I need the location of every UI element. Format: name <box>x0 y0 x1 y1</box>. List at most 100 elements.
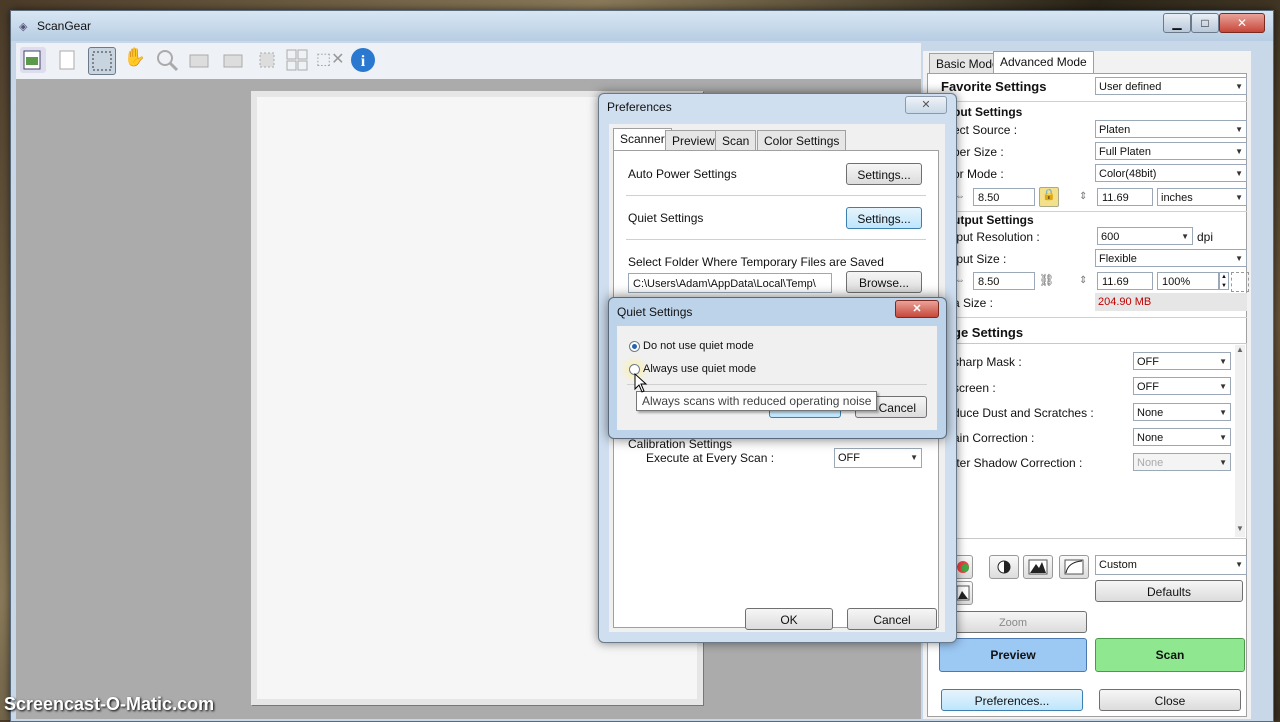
input-height-field[interactable]: 11.69 <box>1097 188 1153 206</box>
paper-size-label: per Size : <box>953 145 1004 159</box>
defaults-button[interactable]: Defaults <box>1095 580 1243 602</box>
no-quiet-mode-radio[interactable] <box>629 341 640 352</box>
data-size-label: a Size : <box>953 296 994 310</box>
color-mode-label: or Mode : <box>953 167 1004 181</box>
lock-aspect-icon[interactable]: 🔒 <box>1039 187 1059 207</box>
auto-power-settings-button[interactable]: Settings... <box>846 163 922 185</box>
input-settings-heading: put Settings <box>953 105 1023 119</box>
divider <box>931 317 1247 318</box>
dpi-label: dpi <box>1197 230 1214 244</box>
preview-button[interactable]: Preview <box>939 638 1087 672</box>
unsharp-mask-label: sharp Mask : <box>953 355 1022 369</box>
app-icon: ◈ <box>19 21 28 33</box>
app-title: ScanGear <box>37 19 92 33</box>
units-select[interactable]: inches <box>1157 188 1247 207</box>
scale-field[interactable]: 100% <box>1157 272 1219 290</box>
height-icon: ⇕ <box>1079 191 1088 202</box>
calibration-label: Calibration Settings <box>628 437 733 451</box>
input-width-field[interactable]: 8.50 <box>973 188 1035 206</box>
quiet-settings-dialog: Quiet Settings ✕ Do not use quiet mode A… <box>608 297 947 439</box>
output-height-icon: ⇕ <box>1079 275 1088 286</box>
minimize-button[interactable]: ▁ <box>1163 13 1191 33</box>
rotate-right-icon[interactable] <box>220 47 246 73</box>
temp-folder-label: Select Folder Where Temporary Files are … <box>628 255 884 269</box>
remove-crop-icon[interactable]: ⬚✕ <box>316 47 345 73</box>
execute-every-scan-label: Execute at Every Scan : <box>646 451 775 465</box>
close-window-button[interactable]: ✕ <box>1219 13 1265 33</box>
image-settings-scrollbar[interactable]: ▲ ▼ <box>1235 345 1245 537</box>
zoom-button[interactable]: Zoom <box>939 611 1087 633</box>
divider <box>931 211 1247 212</box>
tone-curve-icon[interactable] <box>1059 555 1089 579</box>
backlight-correction-select: None <box>1133 453 1231 472</box>
favorite-settings-label: Favorite Settings <box>941 79 1047 94</box>
divider <box>931 101 1247 102</box>
preferences-title: Preferences <box>607 100 672 114</box>
svg-text:i: i <box>361 53 366 70</box>
quiet-close-button[interactable]: ✕ <box>895 300 939 318</box>
quiet-settings-title: Quiet Settings <box>617 305 693 319</box>
scan-button[interactable]: Scan <box>1095 638 1245 672</box>
auto-power-label: Auto Power Settings <box>628 167 737 181</box>
browse-button[interactable]: Browse... <box>846 271 922 293</box>
close-button[interactable]: Close <box>1099 689 1241 711</box>
grain-correction-label: ain Correction : <box>953 431 1035 445</box>
fit-output-icon[interactable] <box>1231 272 1249 292</box>
output-resolution-select[interactable]: 600 <box>1097 227 1193 246</box>
always-quiet-mode-label[interactable]: Always use quiet mode <box>643 363 756 375</box>
brightness-contrast-icon[interactable] <box>989 555 1019 579</box>
tone-settings-select[interactable]: Custom <box>1095 555 1247 575</box>
grain-correction-select[interactable]: None <box>1133 428 1231 447</box>
scan-image-icon[interactable] <box>20 47 46 73</box>
tab-scan[interactable]: Scan <box>715 130 757 151</box>
output-size-label: tput Size : <box>953 252 1007 266</box>
auto-crop-icon[interactable] <box>254 47 280 73</box>
divider <box>627 384 927 385</box>
execute-every-scan-select[interactable]: OFF <box>834 448 922 468</box>
divider <box>626 239 926 240</box>
rotate-left-icon[interactable] <box>186 47 212 73</box>
settings-panel: Basic Mode Advanced Mode Favorite Settin… <box>923 51 1251 719</box>
magnifier-icon[interactable] <box>154 47 180 73</box>
output-width-field[interactable]: 8.50 <box>973 272 1035 290</box>
preferences-close-button[interactable]: ✕ <box>905 96 947 114</box>
favorite-settings-select[interactable]: User defined <box>1095 77 1247 96</box>
backlight-correction-label: tter Shadow Correction : <box>953 456 1083 470</box>
preferences-button[interactable]: Preferences... <box>941 689 1083 711</box>
temp-folder-field[interactable]: C:\Users\Adam\AppData\Local\Temp\ <box>628 273 832 293</box>
color-mode-select[interactable]: Color(48bit) <box>1095 164 1247 183</box>
descreen-select[interactable]: OFF <box>1133 377 1231 396</box>
info-icon[interactable]: i <box>350 47 376 73</box>
descreen-label: screen : <box>953 381 996 395</box>
divider <box>626 195 926 196</box>
watermark: Screencast-O-Matic.com <box>4 694 215 714</box>
toolbar: ✋ ⬚✕ i <box>16 43 921 80</box>
output-resolution-label: tput Resolution : <box>953 230 1040 244</box>
quiet-settings-label: Quiet Settings <box>628 211 704 225</box>
reduce-dust-label: duce Dust and Scratches : <box>953 406 1094 420</box>
tab-scanner[interactable]: Scanner <box>613 128 672 151</box>
output-size-select[interactable]: Flexible <box>1095 249 1247 268</box>
select-source-select[interactable]: Platen <box>1095 120 1247 139</box>
crop-frame-icon[interactable] <box>88 47 116 75</box>
paper-size-select[interactable]: Full Platen <box>1095 142 1247 161</box>
reduce-dust-select[interactable]: None <box>1133 403 1231 422</box>
scale-spinner[interactable]: ▲ ▼ <box>1219 272 1229 290</box>
output-height-field[interactable]: 11.69 <box>1097 272 1153 290</box>
maximize-button[interactable]: □ <box>1191 13 1219 33</box>
chain-link-icon[interactable]: ⛓ <box>1039 273 1054 287</box>
hand-icon[interactable]: ✋ <box>122 47 148 73</box>
tab-preview[interactable]: Preview <box>665 130 722 151</box>
quiet-settings-body: Do not use quiet mode Always use quiet m… <box>617 326 937 430</box>
multi-crop-icon[interactable] <box>284 47 310 73</box>
unsharp-mask-select[interactable]: OFF <box>1133 352 1231 371</box>
tab-color-settings[interactable]: Color Settings <box>757 130 847 151</box>
blank-page-icon[interactable] <box>54 47 80 73</box>
histogram-icon[interactable] <box>1023 555 1053 579</box>
title-bar: ◈ ScanGear ▁ □ ✕ <box>11 11 1273 41</box>
quiet-settings-button[interactable]: Settings... <box>846 207 922 229</box>
prefs-ok-button[interactable]: OK <box>745 608 833 630</box>
prefs-cancel-button[interactable]: Cancel <box>847 608 937 630</box>
tab-advanced-mode[interactable]: Advanced Mode <box>993 51 1094 74</box>
no-quiet-mode-label[interactable]: Do not use quiet mode <box>643 340 754 352</box>
